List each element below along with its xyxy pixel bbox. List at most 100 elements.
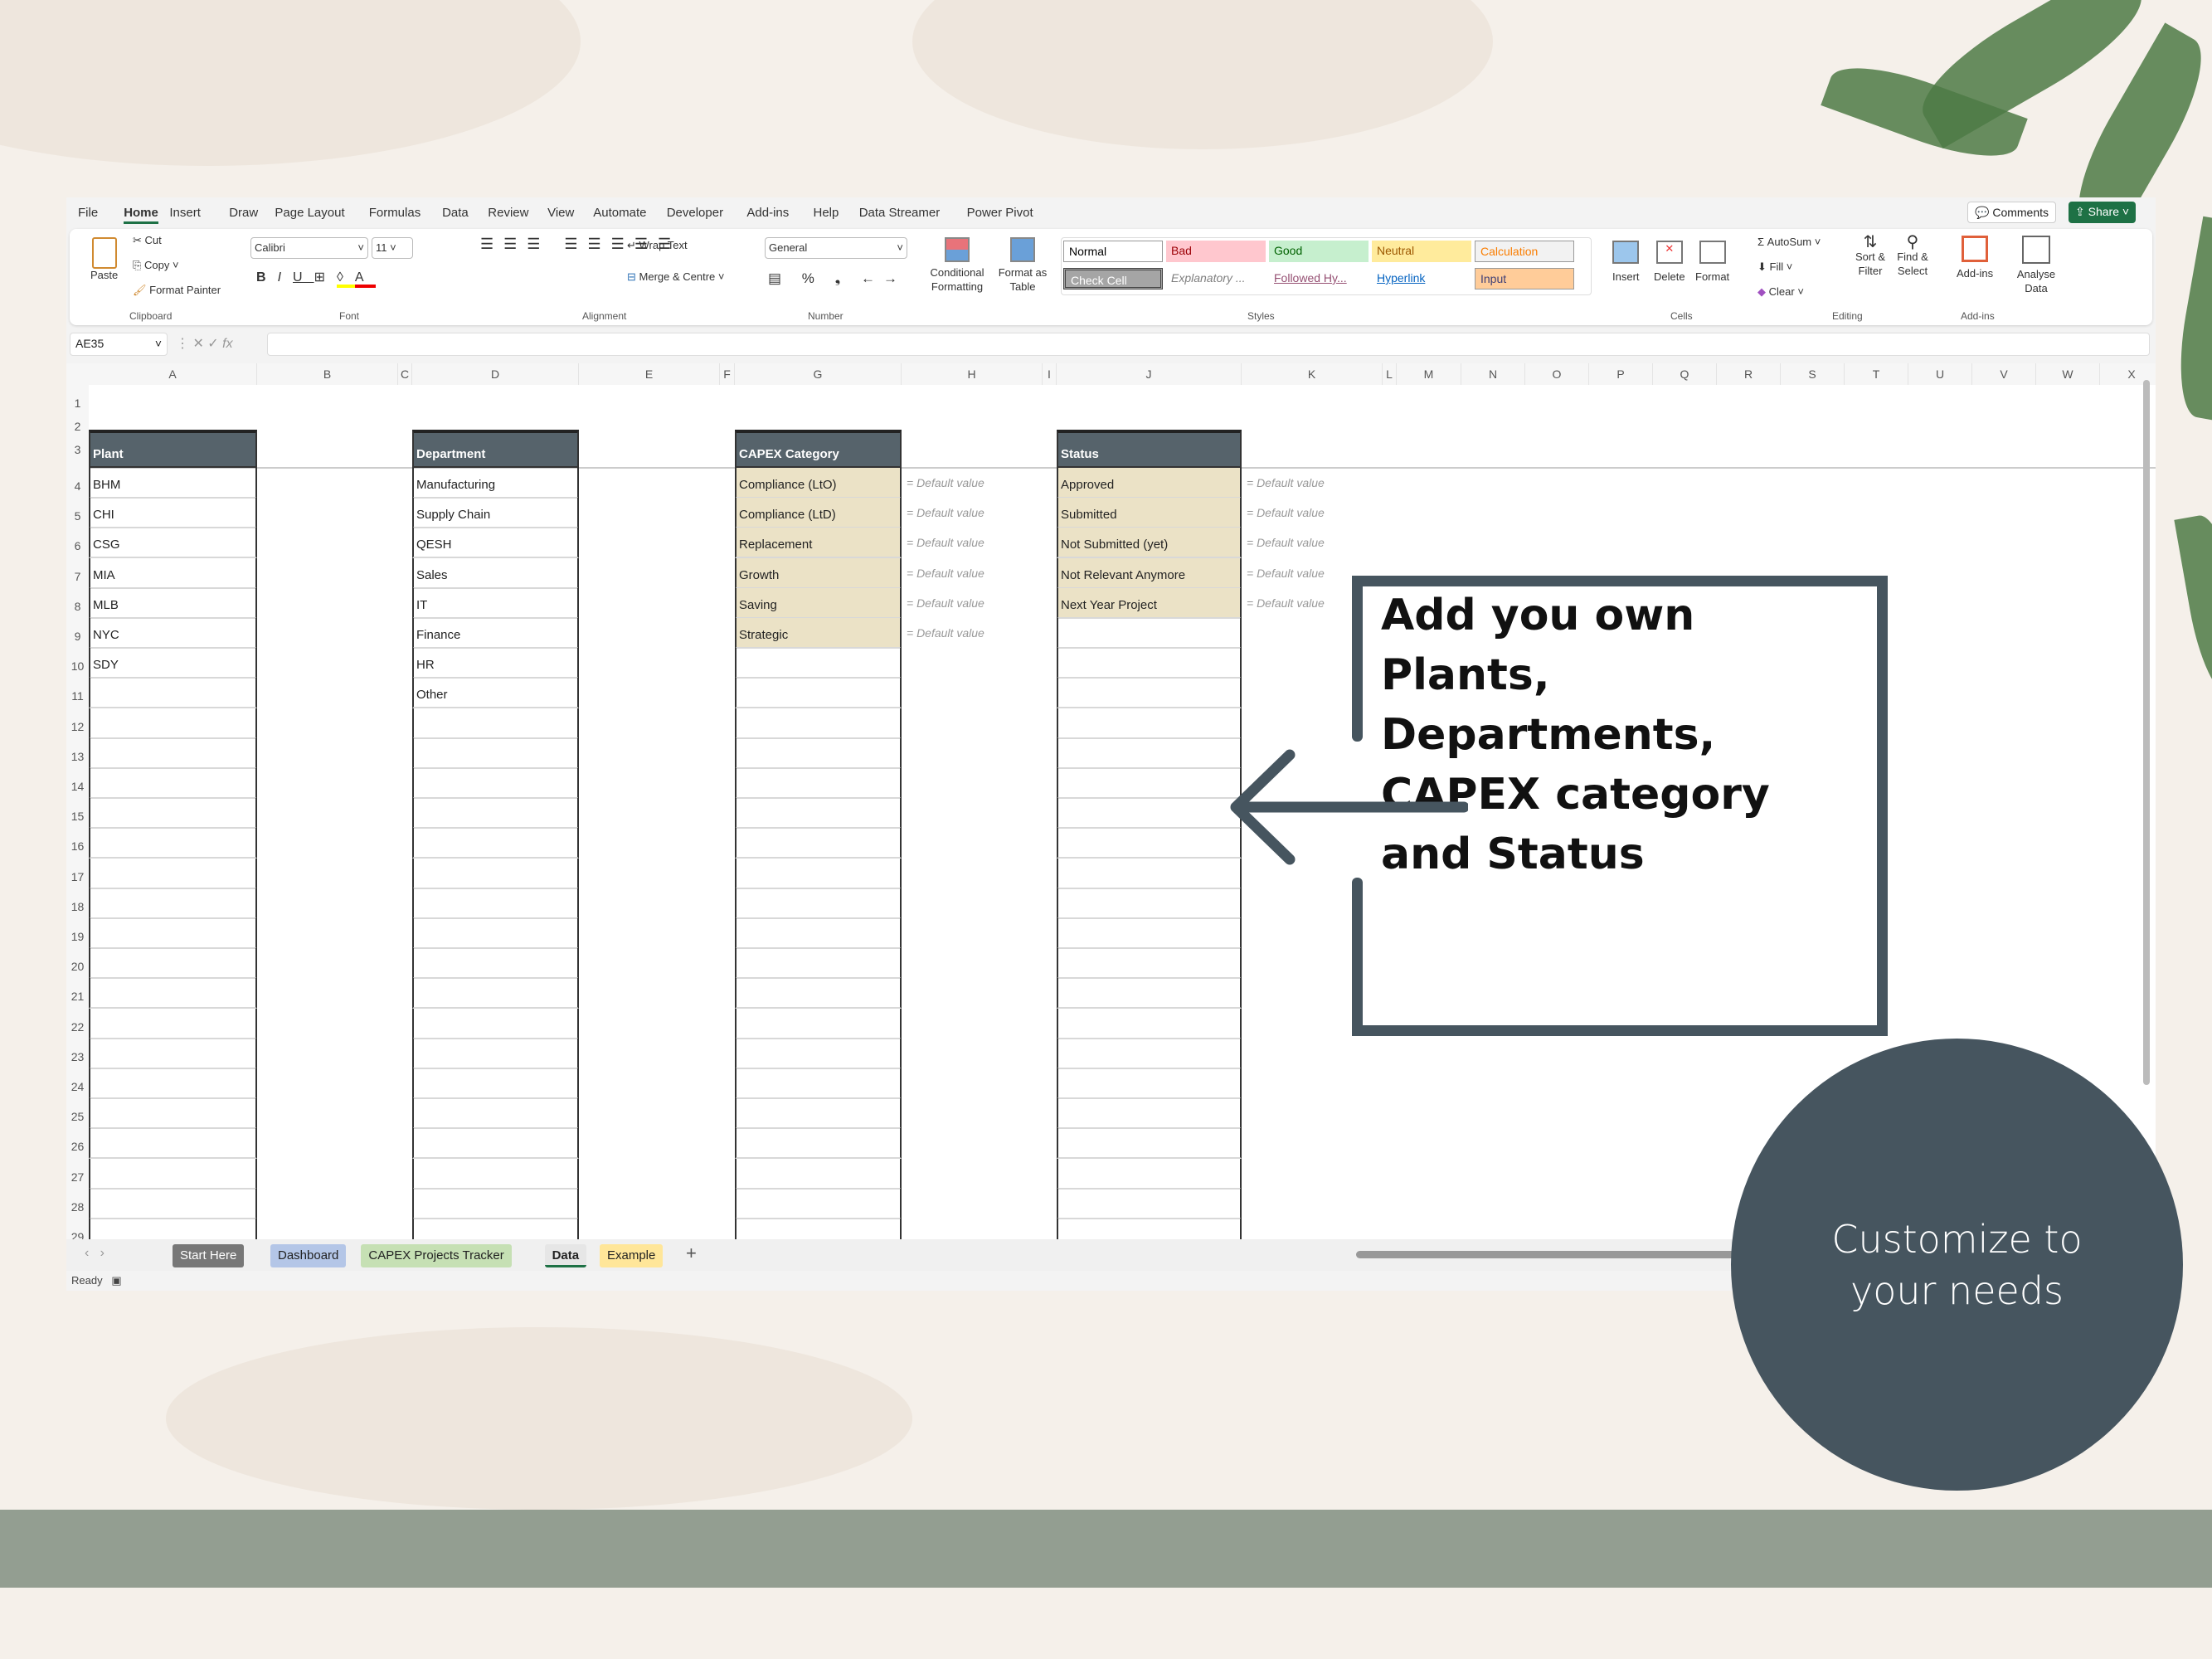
wrap-text-button[interactable]: ↵ Wrap Text: [627, 239, 688, 252]
table-cell-department[interactable]: [412, 1219, 579, 1239]
format-painter-button[interactable]: 🖌 Format Painter: [133, 284, 221, 297]
menu-draw[interactable]: Draw: [229, 206, 258, 220]
sheet-tab-dashboard[interactable]: Dashboard: [270, 1244, 346, 1267]
table-cell-plant[interactable]: CSG: [89, 528, 257, 558]
table-cell-status[interactable]: [1057, 918, 1242, 949]
insert-cells-button[interactable]: Insert: [1612, 241, 1640, 283]
style-good[interactable]: Good: [1269, 241, 1369, 262]
sheet-tab-data[interactable]: Data: [545, 1244, 587, 1267]
table-cell-capex[interactable]: Growth: [735, 558, 902, 589]
style-explanatory-[interactable]: Explanatory ...: [1166, 268, 1266, 289]
analyse-data-button[interactable]: Analyse Data: [2015, 236, 2057, 295]
select-all-corner[interactable]: [66, 363, 89, 385]
menu-insert[interactable]: Insert: [169, 206, 201, 220]
table-cell-department[interactable]: [412, 828, 579, 859]
table-cell-status[interactable]: [1057, 828, 1242, 859]
table-cell-plant[interactable]: [89, 708, 257, 739]
style-neutral[interactable]: Neutral: [1372, 241, 1471, 262]
row-header-14[interactable]: 14: [66, 768, 89, 798]
paste-button[interactable]: Paste: [90, 237, 118, 281]
row-header-17[interactable]: 17: [66, 859, 89, 888]
table-cell-plant[interactable]: [89, 978, 257, 1009]
number-format-select[interactable]: General˅: [765, 237, 907, 259]
delete-cells-button[interactable]: ✕Delete: [1654, 241, 1685, 283]
fill-button[interactable]: ⬇ Fill ˅: [1757, 260, 1792, 274]
table-cell-status[interactable]: [1057, 1219, 1242, 1239]
menu-add-ins[interactable]: Add-ins: [746, 206, 789, 220]
addins-button[interactable]: Add-ins: [1957, 236, 1993, 280]
table-cell-plant[interactable]: [89, 678, 257, 708]
table-cell-status[interactable]: [1057, 708, 1242, 739]
column-header-W[interactable]: W: [2036, 363, 2100, 385]
column-header-I[interactable]: I: [1043, 363, 1057, 385]
style-input[interactable]: Input: [1475, 268, 1574, 289]
table-cell-plant[interactable]: [89, 1219, 257, 1239]
row-header-15[interactable]: 15: [66, 798, 89, 828]
table-cell-department[interactable]: Supply Chain: [412, 498, 579, 528]
style-normal[interactable]: Normal: [1063, 241, 1163, 262]
table-cell-capex[interactable]: [735, 648, 902, 679]
table-cell-capex[interactable]: [735, 859, 902, 889]
row-header-13[interactable]: 13: [66, 738, 89, 768]
table-cell-plant[interactable]: [89, 1128, 257, 1159]
menu-page-layout[interactable]: Page Layout: [275, 206, 344, 220]
table-cell-status[interactable]: [1057, 618, 1242, 649]
row-header-3[interactable]: 3: [66, 431, 89, 468]
table-cell-plant[interactable]: [89, 1068, 257, 1099]
table-cell-plant[interactable]: SDY: [89, 648, 257, 679]
table-cell-plant[interactable]: CHI: [89, 498, 257, 528]
table-cell-plant[interactable]: BHM: [89, 468, 257, 499]
table-cell-status[interactable]: Next Year Project: [1057, 588, 1242, 619]
table-cell-department[interactable]: [412, 1159, 579, 1190]
autosum-button[interactable]: Σ AutoSum ˅: [1757, 236, 1821, 248]
row-header-28[interactable]: 28: [66, 1189, 89, 1219]
table-cell-capex[interactable]: [735, 798, 902, 829]
row-header-19[interactable]: 19: [66, 918, 89, 948]
table-cell-status[interactable]: [1057, 1098, 1242, 1129]
row-header-25[interactable]: 25: [66, 1098, 89, 1128]
table-cell-department[interactable]: Other: [412, 678, 579, 708]
copy-button[interactable]: ⎘ Copy ˅: [133, 259, 179, 272]
column-header-K[interactable]: K: [1242, 363, 1383, 385]
table-cell-department[interactable]: [412, 768, 579, 799]
clear-button[interactable]: ◆ Clear ˅: [1757, 285, 1804, 299]
column-header-G[interactable]: G: [735, 363, 902, 385]
find-select-button[interactable]: ⚲Find & Select: [1894, 236, 1931, 278]
cut-button[interactable]: ✂ Cut: [133, 234, 162, 247]
table-cell-status[interactable]: Not Relevant Anymore: [1057, 558, 1242, 589]
table-cell-plant[interactable]: [89, 1009, 257, 1039]
table-cell-status[interactable]: Approved: [1057, 468, 1242, 499]
column-header-T[interactable]: T: [1845, 363, 1908, 385]
table-cell-status[interactable]: [1057, 948, 1242, 979]
column-header-L[interactable]: L: [1383, 363, 1397, 385]
table-cell-capex[interactable]: [735, 1189, 902, 1219]
tab-nav-arrows[interactable]: ‹ ›: [85, 1246, 105, 1261]
column-header-A[interactable]: A: [89, 363, 257, 385]
table-cell-department[interactable]: [412, 1098, 579, 1129]
table-cell-department[interactable]: [412, 978, 579, 1009]
row-header-11[interactable]: 11: [66, 678, 89, 708]
table-cell-status[interactable]: [1057, 738, 1242, 769]
table-cell-capex[interactable]: [735, 768, 902, 799]
font-format-buttons[interactable]: BIU⊞◊A: [256, 269, 376, 285]
row-header-10[interactable]: 10: [66, 648, 89, 678]
table-cell-status[interactable]: [1057, 1009, 1242, 1039]
row-header-7[interactable]: 7: [66, 558, 89, 588]
row-header-2[interactable]: 2: [66, 408, 89, 431]
row-header-16[interactable]: 16: [66, 828, 89, 858]
comments-button[interactable]: 💬 Comments: [1967, 202, 2056, 223]
menu-help[interactable]: Help: [814, 206, 839, 220]
row-header-24[interactable]: 24: [66, 1068, 89, 1098]
table-cell-status[interactable]: [1057, 1128, 1242, 1159]
column-header-C[interactable]: C: [398, 363, 412, 385]
menu-developer[interactable]: Developer: [667, 206, 723, 220]
column-header-Q[interactable]: Q: [1653, 363, 1717, 385]
table-cell-capex[interactable]: [735, 1039, 902, 1069]
menu-power-pivot[interactable]: Power Pivot: [967, 206, 1033, 220]
number-buttons[interactable]: ▤ % ❟ ←→: [768, 270, 906, 287]
table-cell-plant[interactable]: [89, 888, 257, 919]
table-cell-plant[interactable]: [89, 948, 257, 979]
table-cell-department[interactable]: [412, 859, 579, 889]
table-cell-status[interactable]: Submitted: [1057, 498, 1242, 528]
column-header-V[interactable]: V: [1972, 363, 2036, 385]
